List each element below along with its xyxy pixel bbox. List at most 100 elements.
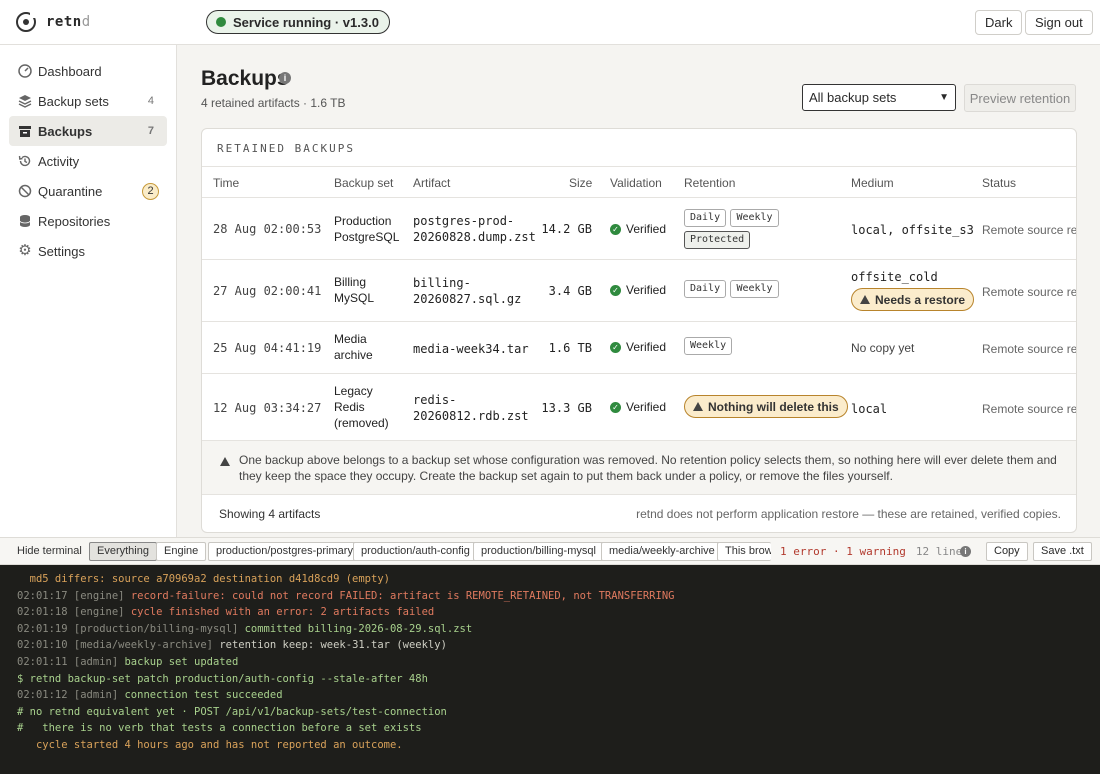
service-status-badge[interactable]: Service running · v1.3.0: [206, 10, 390, 34]
table-row[interactable]: 25 Aug 04:41:19 Media archive media-week…: [202, 322, 1076, 374]
save-txt-button[interactable]: Save .txt: [1033, 542, 1092, 561]
retention-tag: Weekly: [730, 209, 779, 227]
retained-backups-card: RETAINED BACKUPS Time Backup set Artifac…: [201, 128, 1077, 533]
top-bar: retnd Service running · v1.3.0 Dark Sign…: [0, 0, 1100, 45]
terminal-line: 02:01:17 [engine] record-failure: could …: [0, 588, 1100, 605]
copy-button[interactable]: Copy: [986, 542, 1028, 561]
sidebar-item-activity[interactable]: Activity: [9, 146, 167, 176]
column-header-size[interactable]: Size: [569, 176, 592, 190]
page-title: Backups: [201, 67, 289, 90]
notice-text: One backup above belongs to a backup set…: [239, 453, 1057, 483]
sidebar-item-quarantine[interactable]: Quarantine 2: [9, 176, 167, 206]
terminal-message: committed billing-2026-08-29.sql.zst: [244, 622, 473, 635]
artifact-count: Showing 4 artifacts: [219, 507, 321, 521]
sidebar-item-dashboard[interactable]: Dashboard: [9, 56, 167, 86]
terminal-source: [admin]: [73, 689, 125, 702]
sidebar: Dashboard Backup sets 4 Backups 7 Activi…: [0, 45, 177, 537]
needs-restore-badge[interactable]: Needs a restore: [851, 288, 975, 311]
terminal-timestamp: 02:01:11: [17, 655, 74, 668]
sidebar-item-backup-sets[interactable]: Backup sets 4: [9, 86, 167, 116]
filter-everything[interactable]: Everything: [89, 542, 157, 561]
validation-label: Verified: [626, 340, 667, 354]
sidebar-item-settings[interactable]: ⚙ Settings: [9, 236, 167, 266]
row-retention: Weekly: [684, 337, 844, 359]
filter-this-browser[interactable]: This browser: [717, 542, 771, 561]
sidebar-item-backups[interactable]: Backups 7: [9, 116, 167, 146]
archive-icon: [18, 124, 32, 138]
filter-auth-config[interactable]: production/auth-config: [353, 542, 478, 561]
theme-toggle-button[interactable]: Dark: [975, 10, 1023, 35]
terminal-line: # no retnd equivalent yet · POST /api/v1…: [0, 704, 1100, 721]
sidebar-item-label: Activity: [38, 153, 80, 169]
logo-icon: [16, 11, 37, 32]
column-header-validation[interactable]: Validation: [610, 176, 662, 190]
column-header-medium[interactable]: Medium: [851, 176, 894, 190]
row-backup-set: Legacy Redis (removed): [334, 384, 389, 430]
nothing-will-delete-badge[interactable]: Nothing will delete this: [684, 395, 848, 418]
section-title: RETAINED BACKUPS: [217, 142, 355, 155]
service-status-label: Service running · v1.3.0: [233, 14, 379, 30]
protected-tag: Protected: [684, 231, 751, 249]
needs-restore-label: Needs a restore: [875, 292, 966, 307]
check-icon: ✓: [610, 284, 621, 296]
terminal-output[interactable]: md5 differs: source a70969a2 destination…: [0, 565, 1100, 774]
table-row[interactable]: 12 Aug 03:34:27 Legacy Redis (removed) r…: [202, 374, 1076, 441]
terminal-line: # there is no verb that tests a connecti…: [0, 720, 1100, 737]
filter-engine[interactable]: Engine: [156, 542, 207, 561]
logo-suffix: d: [81, 14, 91, 30]
terminal-line: cycle started 4 hours ago and has not re…: [0, 737, 1100, 754]
history-icon: [18, 154, 32, 168]
check-icon: ✓: [610, 223, 621, 235]
terminal-timestamp: 02:01:18: [17, 606, 74, 619]
row-validation: ✓ Verified: [610, 340, 666, 354]
row-validation: ✓ Verified: [610, 400, 666, 414]
terminal-message: connection test succeeded: [124, 689, 283, 702]
validation-label: Verified: [626, 400, 667, 414]
column-header-backup-set[interactable]: Backup set: [334, 176, 393, 190]
row-artifact: redis-20260812.rdb.zst: [413, 393, 529, 423]
preview-retention-button[interactable]: Preview retention: [964, 84, 1076, 112]
column-header-retention[interactable]: Retention: [684, 176, 735, 190]
quarantine-count-badge: 2: [142, 183, 159, 200]
terminal-timestamp: 02:01:19: [17, 622, 74, 635]
summary-separator: ·: [826, 545, 847, 558]
ban-icon: [18, 184, 32, 198]
app-logo[interactable]: retnd: [16, 11, 91, 32]
info-icon[interactable]: i: [960, 546, 971, 557]
terminal-line-text: # no retnd equivalent yet · POST /api/v1…: [17, 705, 447, 718]
hide-terminal-button[interactable]: Hide terminal: [17, 545, 82, 557]
info-icon[interactable]: i: [279, 72, 291, 84]
terminal-line: $ retnd backup-set patch production/auth…: [0, 671, 1100, 688]
column-header-artifact[interactable]: Artifact: [413, 176, 450, 190]
row-backup-set: Billing MySQL: [334, 275, 375, 305]
terminal-timestamp: 02:01:12: [17, 689, 74, 702]
sidebar-item-label: Dashboard: [38, 63, 102, 79]
column-header-status[interactable]: Status: [982, 176, 1016, 190]
sidebar-item-repositories[interactable]: Repositories: [9, 206, 167, 236]
sidebar-item-label: Quarantine: [38, 183, 103, 199]
terminal-source: [admin]: [73, 655, 125, 668]
retention-tag: Weekly: [684, 337, 733, 355]
table-row[interactable]: 27 Aug 02:00:41 Billing MySQL billing-20…: [202, 260, 1076, 322]
terminal-line: md5 differs: source a70969a2 destination…: [0, 571, 1100, 588]
backup-set-select[interactable]: All backup sets ▼: [802, 84, 956, 111]
terminal-line-text: cycle started 4 hours ago and has not re…: [17, 738, 403, 751]
column-header-time[interactable]: Time: [213, 176, 239, 190]
filter-weekly-archive[interactable]: media/weekly-archive: [601, 542, 723, 561]
sign-out-button[interactable]: Sign out: [1025, 10, 1093, 35]
page-subtitle: 4 retained artifacts · 1.6 TB: [201, 96, 346, 110]
filter-postgres-primary[interactable]: production/postgres-primary: [208, 542, 361, 561]
validation-label: Verified: [626, 283, 667, 297]
filter-billing-mysql[interactable]: production/billing-mysql: [473, 542, 604, 561]
sidebar-item-count: 4: [147, 95, 154, 107]
row-size: 1.6 TB: [548, 341, 592, 355]
terminal-source: [engine]: [73, 606, 131, 619]
check-icon: ✓: [610, 401, 621, 413]
terminal-line-text: md5 differs: source a70969a2 destination…: [17, 573, 390, 585]
row-validation: ✓ Verified: [610, 222, 666, 236]
row-artifact: billing-20260827.sql.gz: [413, 276, 522, 306]
check-icon: ✓: [610, 341, 621, 353]
row-time: 25 Aug 04:41:19: [213, 341, 322, 355]
gear-icon: ⚙: [18, 242, 32, 259]
table-row[interactable]: 28 Aug 02:00:53 Production PostgreSQL po…: [202, 198, 1076, 260]
